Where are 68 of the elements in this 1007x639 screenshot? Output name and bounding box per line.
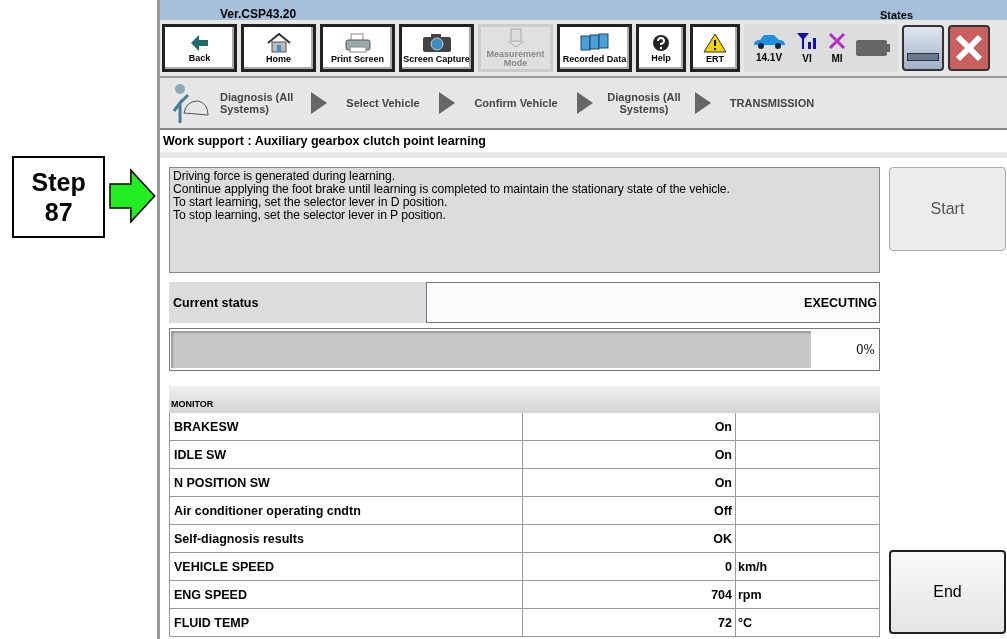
table-cell: °C bbox=[736, 609, 880, 636]
table-cell: FLUID TEMP bbox=[169, 609, 523, 636]
table-cell: Off bbox=[523, 497, 736, 524]
instruction-line: To start learning, set the selector lever in D position. bbox=[173, 196, 448, 209]
table-cell: On bbox=[523, 413, 736, 440]
car-icon bbox=[752, 33, 786, 49]
table-cell: VEHICLE SPEED bbox=[169, 553, 523, 580]
table-cell: 0 bbox=[523, 553, 736, 580]
table-cell: rpm bbox=[736, 581, 880, 608]
chevron-icon bbox=[694, 91, 712, 115]
arrow-icon bbox=[109, 168, 157, 224]
table-cell: OK bbox=[523, 525, 736, 552]
breadcrumb-item[interactable]: Confirm Vehicle bbox=[466, 97, 566, 109]
camera-icon bbox=[421, 32, 452, 53]
instruction-line: Continue applying the foot brake until learning is completed to maintain the stationary state of the vehicle. bbox=[173, 183, 731, 196]
instruction-line: Driving force is generated during learning. bbox=[173, 170, 396, 183]
close-button[interactable] bbox=[948, 25, 990, 71]
table-cell: km/h bbox=[736, 553, 880, 580]
table-cell: Self-diagnosis results bbox=[169, 525, 523, 552]
toolbar-button[interactable]: Recorded Data bbox=[557, 24, 632, 72]
minimize-button[interactable] bbox=[902, 25, 944, 71]
table-cell: 704 bbox=[523, 581, 736, 608]
states-label: States bbox=[880, 9, 914, 21]
instruction-line: To stop learning, set the selector lever in P position. bbox=[173, 209, 446, 222]
status-label: Current status bbox=[169, 282, 426, 323]
monitor-header: MONITOR bbox=[169, 386, 880, 413]
chevron-icon bbox=[310, 91, 328, 115]
chevron-icon bbox=[576, 91, 594, 115]
toolbar-button[interactable]: Help bbox=[636, 24, 686, 72]
table-cell: On bbox=[523, 441, 736, 468]
step-label: Step bbox=[31, 167, 86, 197]
status-value: EXECUTING bbox=[426, 282, 880, 323]
folders-icon bbox=[578, 32, 611, 53]
state-label: 14.1V bbox=[755, 52, 783, 63]
breadcrumb-item[interactable]: Diagnosis (All Systems) bbox=[220, 91, 300, 115]
toolbar-button[interactable]: Print Screen bbox=[320, 24, 395, 72]
help-icon bbox=[652, 33, 670, 52]
table-cell: 72 bbox=[523, 609, 736, 636]
table-cell: BRAKESW bbox=[169, 413, 523, 440]
battery-icon bbox=[856, 40, 890, 56]
work-support-title: Work support : Auxiliary gearbox clutch point learning bbox=[160, 130, 1007, 158]
cross-icon bbox=[828, 32, 846, 50]
signal-icon bbox=[796, 32, 818, 50]
warning-icon bbox=[703, 32, 727, 53]
breadcrumb-item[interactable]: Select Vehicle bbox=[338, 97, 428, 109]
table-cell: IDLE SW bbox=[169, 441, 523, 468]
close-icon bbox=[954, 33, 984, 63]
toolbar-button[interactable]: Screen Capture bbox=[399, 24, 474, 72]
progress-reading: 0% bbox=[854, 342, 876, 357]
end-button[interactable]: End bbox=[889, 550, 1006, 634]
toolbar-button[interactable]: ERT bbox=[690, 24, 740, 72]
meter-icon bbox=[506, 28, 525, 48]
printer-icon bbox=[343, 32, 372, 53]
table-cell: ENG SPEED bbox=[169, 581, 523, 608]
state-label: VI bbox=[802, 53, 812, 64]
toolbar-button[interactable]: Home bbox=[241, 24, 316, 72]
table-cell: Air conditioner operating cndtn bbox=[169, 497, 523, 524]
chevron-icon bbox=[438, 91, 456, 115]
back-arrow-icon bbox=[189, 33, 210, 52]
state-label: MI bbox=[831, 53, 843, 64]
table-cell: On bbox=[523, 469, 736, 496]
step-number: 87 bbox=[44, 197, 73, 227]
table-cell: N POSITION SW bbox=[169, 469, 523, 496]
breadcrumb-item[interactable]: Diagnosis (All Systems) bbox=[604, 91, 684, 115]
toolbar-button[interactable]: Back bbox=[162, 24, 237, 72]
breadcrumb-item[interactable]: TRANSMISSION bbox=[722, 97, 822, 109]
version-label: Ver.CSP43.20 bbox=[220, 7, 297, 21]
home-icon bbox=[265, 32, 292, 53]
